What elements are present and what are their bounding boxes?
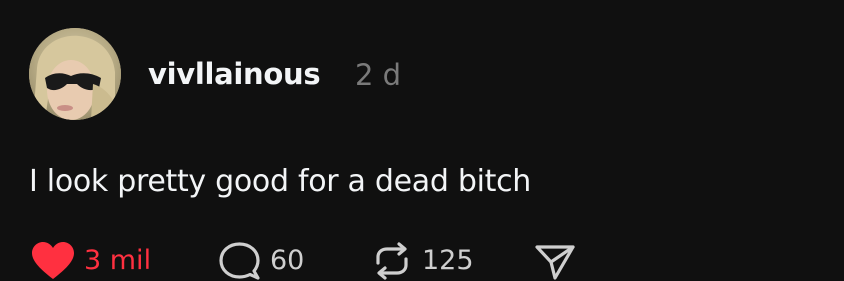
action-bar: 3 mil 60 125 xyxy=(0,240,844,281)
avatar-photo xyxy=(29,28,121,120)
like-button[interactable]: 3 mil xyxy=(30,240,151,281)
repost-arrows-icon xyxy=(370,241,414,281)
reply-count: 60 xyxy=(270,245,305,276)
paper-plane-icon xyxy=(533,241,577,281)
share-button[interactable] xyxy=(533,240,577,281)
timestamp: 2 d xyxy=(355,58,402,92)
thread-post: vivllainous 2 d I look pretty good for a… xyxy=(0,0,844,281)
username[interactable]: vivllainous xyxy=(148,56,321,92)
repost-count: 125 xyxy=(422,245,474,276)
heart-filled-icon xyxy=(30,241,76,281)
repost-button[interactable]: 125 xyxy=(370,240,474,281)
reply-button[interactable]: 60 xyxy=(216,240,304,281)
avatar[interactable] xyxy=(29,28,121,120)
like-count: 3 mil xyxy=(84,245,152,276)
post-text: I look pretty good for a dead bitch xyxy=(29,164,531,199)
speech-bubble-icon xyxy=(216,241,262,281)
